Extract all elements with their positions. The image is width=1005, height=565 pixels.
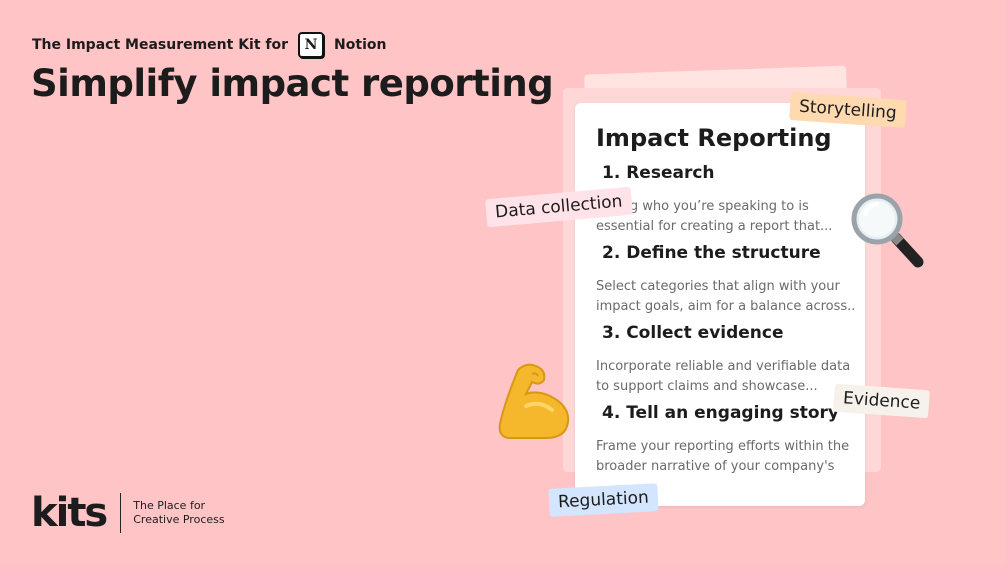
section-text: Frame your reporting efforts within the b… [596, 439, 850, 474]
kits-logo: kits [31, 490, 108, 536]
section-heading: 4. Tell an engaging story [602, 403, 839, 423]
kit-label: The Impact Measurement Kit for [32, 37, 289, 53]
notion-label: Notion [334, 37, 387, 53]
flexed-biceps-icon [498, 363, 570, 439]
section-heading: 3. Collect evidence [602, 323, 784, 343]
magnifying-glass-icon [851, 193, 924, 268]
section-text: Incorporate reliable and verifiable data… [596, 359, 851, 394]
footer-divider [120, 493, 122, 533]
tagline-line: The Place for [133, 499, 206, 512]
section-evidence: 3. Collect evidence Incorporate reliable… [596, 323, 856, 397]
section-story: 4. Tell an engaging story Frame your rep… [596, 403, 856, 477]
section-heading: 1. Research [602, 163, 715, 183]
document-title: Impact Reporting [596, 124, 832, 152]
footer: kits The Place for Creative Process [31, 493, 225, 533]
section-research: 1. Research ing who you’re speaking to i… [596, 163, 856, 237]
page-title: Simplify impact reporting [31, 62, 554, 105]
section-structure: 2. Define the structure Select categorie… [596, 243, 856, 317]
section-text: Select categories that align with your im… [596, 279, 856, 314]
section-heading: 2. Define the structure [602, 243, 821, 263]
impact-report-document: Impact Reporting 1. Research ing who you… [575, 103, 865, 506]
tagline-line: Creative Process [133, 513, 225, 526]
regulation-tag: Regulation [548, 483, 659, 517]
tagline: The Place for Creative Process [133, 499, 224, 527]
notion-logo-icon: N [298, 32, 325, 58]
kit-header: The Impact Measurement Kit for N Notion [32, 32, 386, 58]
section-text: ing who you’re speaking to is essential f… [596, 199, 833, 234]
